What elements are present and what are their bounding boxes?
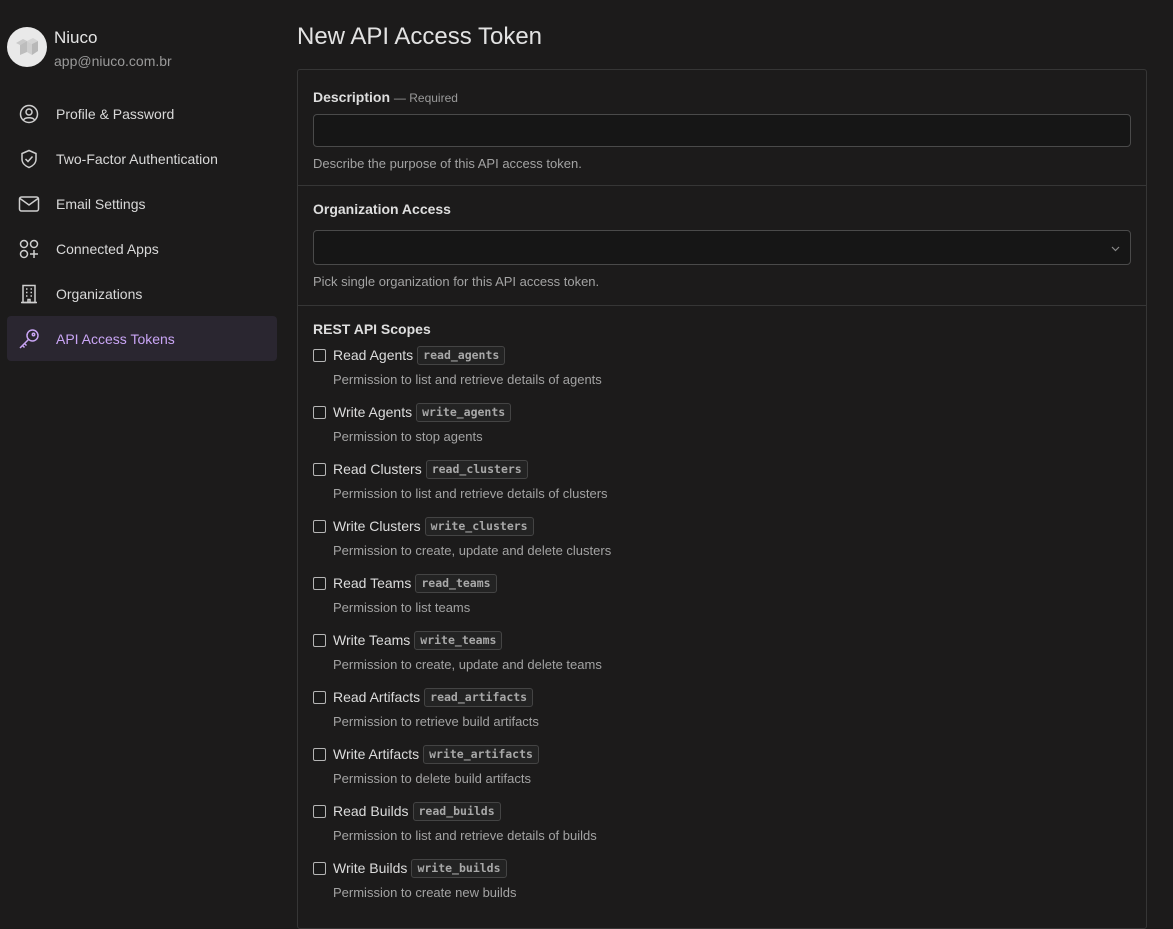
scope-code: write_builds	[411, 858, 507, 878]
scope-description: Permission to create new builds	[333, 885, 517, 900]
scope-item-read-agents: Read Agents read_agents Permission to li…	[313, 345, 1131, 402]
page-title: New API Access Token	[297, 23, 543, 50]
scope-item-write-clusters: Write Clusters write_clusters Permission…	[313, 516, 1131, 573]
scope-description: Permission to stop agents	[333, 429, 483, 444]
sidebar-item-label: API Access Tokens	[56, 330, 175, 347]
scope-name: Write Artifacts	[333, 746, 420, 762]
apps-grid-plus-icon	[18, 238, 40, 260]
scope-item-read-teams: Read Teams read_teams Permission to list…	[313, 573, 1131, 630]
sidebar-item-profile-password[interactable]: Profile & Password	[7, 91, 277, 136]
user-circle-icon	[18, 103, 40, 125]
scope-description: Permission to create, update and delete …	[333, 657, 602, 672]
scope-name: Read Builds	[333, 803, 409, 819]
logo-icon	[16, 38, 38, 55]
scope-code: write_agents	[416, 402, 512, 422]
sidebar-item-label: Email Settings	[56, 195, 146, 212]
sidebar-item-connected-apps[interactable]: Connected Apps	[7, 226, 277, 271]
scope-code: write_clusters	[424, 516, 534, 536]
scope-code: read_builds	[412, 801, 501, 821]
envelope-icon	[18, 193, 40, 215]
scope-name: Read Agents	[333, 347, 414, 363]
scope-item-write-artifacts: Write Artifacts write_artifacts Permissi…	[313, 744, 1131, 801]
scope-item-read-builds: Read Builds read_builds Permission to li…	[313, 801, 1131, 858]
user-profile: Niuco app@niuco.com.br	[7, 27, 172, 70]
organization-section: Organization Access Pick single organiza…	[298, 186, 1146, 306]
scope-checkbox[interactable]	[313, 748, 326, 761]
scope-checkbox[interactable]	[313, 577, 326, 590]
organization-hint: Pick single organization for this API ac…	[313, 274, 600, 289]
scope-checkbox[interactable]	[313, 691, 326, 704]
scope-description: Permission to retrieve build artifacts	[333, 714, 539, 729]
user-name: Niuco	[54, 28, 98, 47]
organization-label: Organization Access	[313, 201, 451, 217]
scope-code: read_agents	[417, 345, 506, 365]
scope-checkbox[interactable]	[313, 634, 326, 647]
chevron-down-icon	[1111, 246, 1120, 252]
rest-api-scopes-section: REST API Scopes Read Agents read_agents …	[298, 306, 1146, 915]
scope-list: Read Agents read_agents Permission to li…	[313, 345, 1131, 915]
scope-checkbox[interactable]	[313, 349, 326, 362]
building-icon	[18, 283, 40, 305]
sidebar-item-label: Organizations	[56, 285, 143, 302]
scope-code: write_artifacts	[423, 744, 539, 764]
settings-nav: Profile & Password Two-Factor Authentica…	[7, 91, 277, 361]
scope-code: read_clusters	[425, 459, 528, 479]
scope-description: Permission to delete build artifacts	[333, 771, 531, 786]
token-form: Description — Required Describe the purp…	[297, 69, 1147, 929]
sidebar-item-label: Profile & Password	[56, 105, 175, 122]
scope-name: Write Agents	[333, 404, 413, 420]
scope-item-write-builds: Write Builds write_builds Permission to …	[313, 858, 1131, 915]
scope-description: Permission to create, update and delete …	[333, 543, 612, 558]
scope-description: Permission to list and retrieve details …	[333, 486, 608, 501]
scope-name: Read Teams	[333, 575, 412, 591]
shield-check-icon	[18, 148, 40, 170]
sidebar: Niuco app@niuco.com.br Profile & Passwor…	[0, 0, 285, 906]
description-label: Description — Required	[313, 89, 1131, 106]
sidebar-item-api-access-tokens[interactable]: API Access Tokens	[7, 316, 277, 361]
scope-description: Permission to list teams	[333, 600, 471, 615]
description-input[interactable]	[313, 114, 1131, 147]
scope-checkbox[interactable]	[313, 406, 326, 419]
sidebar-item-label: Two-Factor Authentication	[56, 150, 218, 167]
description-hint: Describe the purpose of this API access …	[313, 156, 582, 171]
description-section: Description — Required Describe the purp…	[298, 70, 1146, 186]
sidebar-item-email-settings[interactable]: Email Settings	[7, 181, 277, 226]
sidebar-item-label: Connected Apps	[56, 240, 159, 257]
user-email: app@niuco.com.br	[54, 53, 172, 69]
scope-item-write-agents: Write Agents write_agents Permission to …	[313, 402, 1131, 459]
scope-item-write-teams: Write Teams write_teams Permission to cr…	[313, 630, 1131, 687]
scope-code: read_teams	[415, 573, 497, 593]
scope-checkbox[interactable]	[313, 520, 326, 533]
organization-select[interactable]	[313, 230, 1131, 265]
description-label-text: Description	[313, 89, 391, 105]
scope-name: Write Clusters	[333, 518, 421, 534]
avatar	[7, 27, 47, 67]
scope-name: Write Builds	[333, 860, 408, 876]
scope-name: Read Artifacts	[333, 689, 421, 705]
sidebar-item-two-factor[interactable]: Two-Factor Authentication	[7, 136, 277, 181]
scopes-label: REST API Scopes	[313, 321, 431, 337]
scope-code: read_artifacts	[424, 687, 534, 707]
scope-checkbox[interactable]	[313, 862, 326, 875]
scope-checkbox[interactable]	[313, 805, 326, 818]
scope-item-read-clusters: Read Clusters read_clusters Permission t…	[313, 459, 1131, 516]
required-indicator: — Required	[393, 91, 458, 105]
scope-code: write_teams	[414, 630, 503, 650]
scope-description: Permission to list and retrieve details …	[333, 372, 602, 387]
scope-item-read-artifacts: Read Artifacts read_artifacts Permission…	[313, 687, 1131, 744]
scope-description: Permission to list and retrieve details …	[333, 828, 597, 843]
scope-checkbox[interactable]	[313, 463, 326, 476]
sidebar-item-organizations[interactable]: Organizations	[7, 271, 277, 316]
key-icon	[18, 328, 40, 350]
scope-name: Read Clusters	[333, 461, 422, 477]
scope-name: Write Teams	[333, 632, 411, 648]
